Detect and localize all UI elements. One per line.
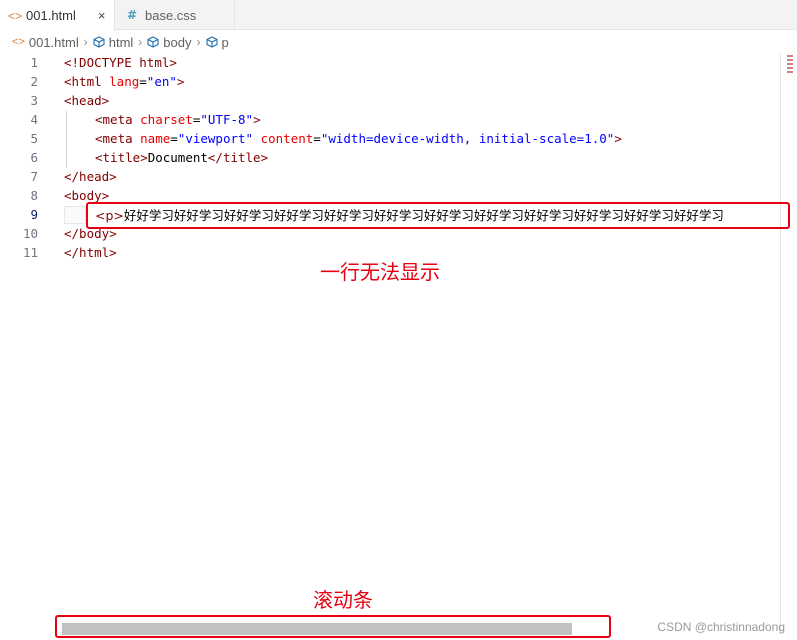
tab-001-html[interactable]: <> 001.html × [0, 0, 115, 31]
line-number: 3 [30, 93, 38, 108]
tab-bar: <> 001.html × # base.css [0, 0, 797, 31]
line-number: 8 [30, 188, 38, 203]
breadcrumb-item-p[interactable]: p [205, 34, 229, 50]
horizontal-scrollbar-thumb[interactable] [62, 623, 572, 635]
breadcrumb-item-html[interactable]: html [93, 34, 134, 50]
code-text: <body> [64, 188, 110, 203]
code-text: <head> [64, 93, 110, 108]
element-cube-icon [205, 36, 218, 48]
line-number: 7 [30, 169, 38, 184]
tab-label: 001.html [26, 8, 76, 23]
breadcrumb-separator: › [196, 35, 201, 49]
close-icon[interactable]: × [98, 8, 106, 23]
overview-ruler-marks [787, 55, 793, 73]
tab-base-css[interactable]: # base.css [115, 0, 235, 30]
breadcrumb-separator: › [138, 35, 143, 49]
annotation-label-scrollbar: 滚动条 [313, 588, 373, 612]
code-text: </html> [64, 245, 117, 260]
breadcrumb-file[interactable]: <> 001.html [12, 35, 79, 50]
line-number: 9 [30, 207, 38, 222]
breadcrumb-item-label: html [108, 34, 134, 50]
html-icon: <> [12, 36, 25, 48]
breadcrumb-item-body[interactable]: body [147, 34, 192, 50]
code-text: <meta name="viewport" content="width=dev… [95, 131, 622, 146]
line-number: 11 [22, 245, 38, 260]
line-number: 5 [30, 131, 38, 146]
code-line[interactable]: 4 <meta charset="UTF-8"> [0, 110, 790, 129]
code-line[interactable]: 5 <meta name="viewport" content="width=d… [0, 129, 790, 148]
annotation-box-long-line [86, 202, 790, 229]
line-number: 1 [30, 55, 38, 70]
watermark: CSDN @christinnadong [657, 620, 785, 634]
code-text: <meta charset="UTF-8"> [95, 112, 261, 127]
tab-label: base.css [145, 7, 197, 23]
element-cube-icon [93, 36, 105, 48]
code-text: <title>Document</title> [95, 150, 269, 165]
code-line[interactable]: 2 <html lang="en"> [0, 72, 790, 91]
breadcrumb-separator: › [83, 35, 88, 49]
line-number: 6 [30, 150, 38, 165]
line-number: 4 [30, 112, 38, 127]
breadcrumb-item-label: p [221, 34, 229, 50]
code-line[interactable]: 1 <!DOCTYPE html> [0, 53, 790, 72]
breadcrumb-file-label: 001.html [28, 34, 79, 50]
code-line[interactable]: 7 </head> [0, 167, 790, 186]
line-number: 10 [22, 226, 38, 241]
code-line[interactable]: 6 <title>Document</title> [0, 148, 790, 167]
vertical-scrollbar[interactable] [780, 53, 781, 633]
code-line[interactable]: 3 <head> [0, 91, 790, 110]
code-text: <html lang="en"> [64, 74, 185, 89]
annotation-label-long-line: 一行无法显示 [320, 260, 440, 284]
code-text: </head> [64, 169, 117, 184]
code-text: <!DOCTYPE html> [64, 55, 177, 70]
breadcrumb: <> 001.html › html › body › p [0, 31, 797, 53]
line-number: 2 [30, 74, 38, 89]
code-editor[interactable]: 1 <!DOCTYPE html> 2 <html lang="en"> 3 <… [0, 53, 797, 633]
element-cube-icon [147, 36, 159, 48]
breadcrumb-item-label: body [163, 34, 192, 50]
html-icon: <> [8, 8, 23, 23]
css-hash-icon: # [126, 8, 138, 22]
